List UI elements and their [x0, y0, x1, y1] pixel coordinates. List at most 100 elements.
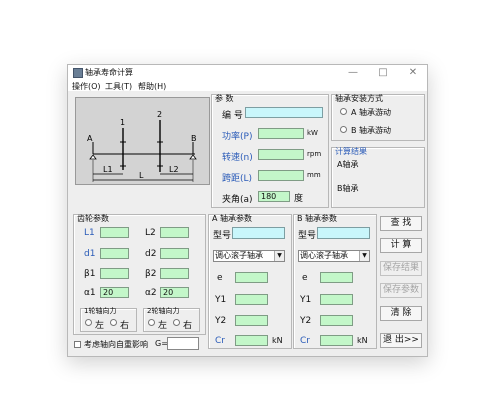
g-label: G=: [155, 339, 168, 348]
gear-b2-label: β2: [145, 269, 157, 279]
gear-a1-input[interactable]: 20: [100, 287, 129, 298]
span-unit: mm: [307, 171, 321, 179]
gear-b2-input[interactable]: [160, 268, 189, 279]
result-panel: 计算结果 A轴承 B轴承: [331, 147, 425, 208]
bearing-b-y1-input[interactable]: [320, 294, 353, 305]
result-b-label: B轴承: [337, 184, 359, 193]
save-param-button[interactable]: 保存参数: [380, 283, 422, 298]
l-dim-label: L: [139, 171, 144, 180]
params-panel: 参 数 编 号 功率(P) kW 转速(n) rpm 跨距(L) mm 夹角(a…: [211, 94, 329, 208]
bearing-b-cr-label: Cr: [300, 336, 310, 346]
bearing-a-type-select[interactable]: 调心滚子轴承 ▼: [213, 250, 285, 262]
maximize-icon[interactable]: □: [368, 65, 398, 80]
self-weight-checkbox[interactable]: [74, 341, 81, 348]
power-unit: kW: [307, 129, 318, 137]
gear-l1-label: L1: [84, 228, 95, 238]
bearing-b-cr-unit: kN: [357, 336, 368, 345]
install-b-radio[interactable]: [340, 126, 347, 133]
bearing-b-model-label: 型号: [298, 231, 317, 241]
power-input[interactable]: [258, 128, 304, 139]
bearing-a-model-input[interactable]: [232, 227, 285, 239]
axial2-left-label: 左: [158, 321, 168, 331]
install-a-radio[interactable]: [340, 108, 347, 115]
gear-l2-input[interactable]: [160, 227, 189, 238]
minimize-icon[interactable]: —: [338, 65, 368, 80]
shaft-diagram: A B 1 2 L1 L2 L: [75, 97, 210, 185]
g-input[interactable]: [167, 337, 199, 350]
menu-bar: 操作(O) 工具(T) 帮助(H): [68, 80, 427, 91]
gear-d2-input[interactable]: [160, 248, 189, 259]
params-title: 参 数: [215, 94, 234, 103]
bearing-a-y1-label: Y1: [215, 295, 227, 305]
angle-label: 夹角(a): [222, 195, 253, 205]
exit-button[interactable]: 退 出>>: [380, 333, 422, 348]
install-panel: 轴承安装方式 A 轴承游动 B 轴承游动: [331, 94, 425, 141]
bearing-a-label: A: [87, 134, 93, 143]
axial1-group: 1轮轴向力 左 右: [80, 307, 137, 332]
calculate-button[interactable]: 计 算: [380, 238, 422, 253]
save-result-button[interactable]: 保存结果: [380, 261, 422, 276]
axial2-left-radio[interactable]: [148, 319, 155, 326]
chevron-down-icon[interactable]: ▼: [359, 251, 369, 261]
gear-d1-input[interactable]: [100, 248, 129, 259]
bearing-a-y1-input[interactable]: [235, 294, 268, 305]
chevron-down-icon[interactable]: ▼: [274, 251, 284, 261]
bearing-b-label: B: [191, 134, 197, 143]
speed-input[interactable]: [258, 149, 304, 160]
gear-a2-input[interactable]: 20: [160, 287, 189, 298]
bearing-b-type-select[interactable]: 调心滚子轴承 ▼: [298, 250, 370, 262]
app-icon: [73, 68, 83, 78]
bearing-a-model-label: 型号: [213, 231, 232, 241]
bearing-b-cr-input[interactable]: [320, 335, 353, 346]
bearing-b-y2-label: Y2: [300, 316, 312, 326]
gear-l1-input[interactable]: [100, 227, 129, 238]
gear-b1-input[interactable]: [100, 268, 129, 279]
bearing-b-panel: B 轴承参数 型号 调心滚子轴承 ▼ e Y1 Y2 Cr kN: [293, 214, 377, 349]
bearing-a-cr-unit: kN: [272, 336, 283, 345]
result-a-label: A轴承: [337, 160, 359, 169]
axial1-left-label: 左: [95, 321, 105, 331]
app-window: 轴承寿命计算 — □ ✕ 操作(O) 工具(T) 帮助(H) A B 1 2 L…: [67, 64, 428, 357]
install-title: 轴承安装方式: [335, 94, 383, 103]
bearing-a-y2-input[interactable]: [235, 315, 268, 326]
close-icon[interactable]: ✕: [398, 65, 427, 80]
result-title: 计算结果: [335, 147, 367, 156]
bearing-b-y2-input[interactable]: [320, 315, 353, 326]
gear-panel: 齿轮参数 L1 L2 d1 d2 β1 β2 α1 20 α2 20 1轮轴向力…: [73, 214, 206, 335]
bearing-a-y2-label: Y2: [215, 316, 227, 326]
bearing-b-y1-label: Y1: [300, 295, 312, 305]
menu-operation[interactable]: 操作(O): [72, 81, 101, 92]
number-label: 编 号: [222, 111, 243, 121]
angle-input[interactable]: 180: [258, 191, 290, 202]
self-weight-label: 考虑轴向自重影响: [84, 340, 148, 349]
axial1-right-radio[interactable]: [110, 319, 117, 326]
bearing-b-e-input[interactable]: [320, 272, 353, 283]
power-label: 功率(P): [222, 132, 253, 142]
install-b-label: B 轴承游动: [351, 126, 392, 135]
install-a-label: A 轴承游动: [351, 108, 392, 117]
l1-dim-label: L1: [103, 165, 113, 174]
number-input[interactable]: [245, 107, 323, 118]
axial1-title: 1轮轴向力: [84, 307, 117, 315]
bearing-b-model-input[interactable]: [317, 227, 370, 239]
bearing-a-e-label: e: [217, 273, 223, 283]
title-bar: 轴承寿命计算 — □ ✕: [68, 65, 427, 80]
bearing-a-cr-input[interactable]: [235, 335, 268, 346]
speed-label: 转速(n): [222, 153, 253, 163]
axial2-right-radio[interactable]: [173, 319, 180, 326]
menu-help[interactable]: 帮助(H): [138, 81, 166, 92]
bearing-a-title: A 轴承参数: [212, 214, 253, 223]
bearing-a-e-input[interactable]: [235, 272, 268, 283]
gear-a1-label: α1: [84, 288, 96, 298]
search-button[interactable]: 查 找: [380, 216, 422, 231]
span-input[interactable]: [258, 170, 304, 181]
gear-title: 齿轮参数: [77, 214, 109, 223]
axial1-left-radio[interactable]: [85, 319, 92, 326]
gear-2-label: 2: [157, 110, 162, 119]
clear-button[interactable]: 清 除: [380, 306, 422, 321]
window-title: 轴承寿命计算: [85, 68, 133, 77]
span-label: 跨距(L): [222, 174, 253, 184]
menu-tools[interactable]: 工具(T): [105, 81, 132, 92]
l2-dim-label: L2: [169, 165, 179, 174]
bearing-a-cr-label: Cr: [215, 336, 225, 346]
